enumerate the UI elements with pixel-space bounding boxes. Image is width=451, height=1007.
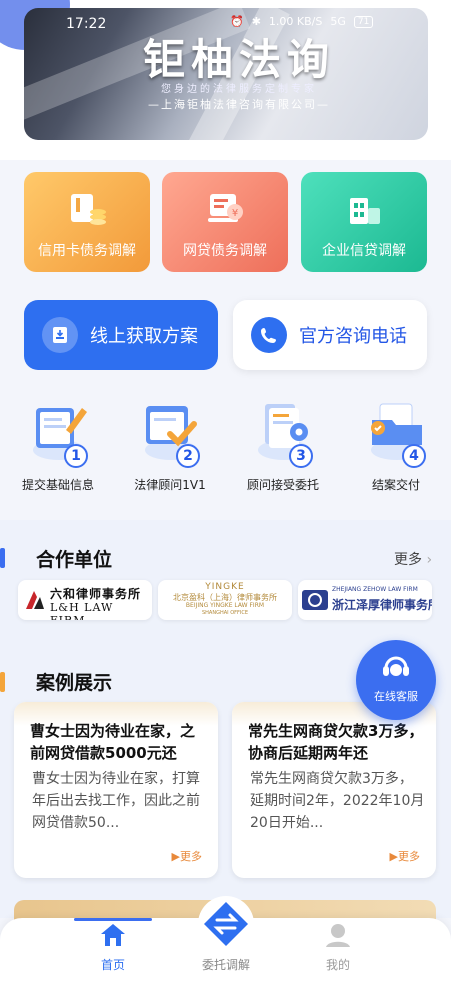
service-enterprise[interactable]: 企业信贷调解: [301, 172, 427, 272]
nav-home-label: 首页: [100, 958, 125, 972]
partner-cn-name: 六和律师事务所: [50, 587, 142, 601]
network-type: 5G: [330, 15, 346, 28]
cases-title: 案例展示: [36, 672, 113, 694]
partner-en-name: ZHEJIANG ZEHOW LAW FIRM: [332, 586, 418, 593]
partners-more-link[interactable]: 更多 ›: [394, 549, 432, 569]
home-icon: [101, 924, 125, 946]
partner-cn-name: 浙江泽厚律师事务所: [332, 598, 432, 612]
case-more-link[interactable]: ▶更多: [172, 848, 202, 864]
step-submit-info[interactable]: 1 提交基础信息: [4, 398, 112, 498]
case-more-link[interactable]: ▶更多: [390, 848, 420, 864]
bluetooth-icon: ✱: [251, 15, 261, 28]
step-label: 法律顾问1V1: [134, 478, 206, 492]
yingke-brand: YINGKE: [205, 582, 245, 592]
step-accept-entrust[interactable]: 3 顾问接受委托: [229, 398, 337, 498]
hotline-button[interactable]: 官方咨询电话: [233, 300, 427, 370]
online-plan-label: 线上获取方案: [90, 326, 198, 347]
enterprise-building-icon: [350, 198, 380, 224]
battery-icon: 71: [353, 15, 374, 28]
status-icons: ⏰ ✱ 1.00 KB/S 5G 71: [230, 15, 374, 28]
step-label: 顾问接受委托: [246, 478, 319, 492]
section-marker: [0, 672, 5, 692]
customer-service-label: 在线客服: [374, 690, 418, 703]
nav-delegate[interactable]: [202, 900, 250, 948]
svg-text:¥: ¥: [232, 208, 238, 219]
case-card[interactable]: 常先生网商贷欠款3万多，协商后延期两年还 常先生网商贷欠款3万多，延期时间2年，…: [232, 702, 436, 878]
status-time: 17:22: [66, 16, 107, 32]
service-credit-card[interactable]: 信用卡债务调解: [24, 172, 150, 272]
user-icon: [326, 924, 350, 947]
service-label: 网贷债务调解: [183, 243, 267, 259]
step-number: 1: [64, 444, 88, 468]
service-label: 企业信贷调解: [322, 243, 406, 259]
case-description: 常先生网商贷欠款3万多，延期时间2年，2022年10月20日开始...: [250, 771, 425, 831]
partner-en-name: L&H LAW FIRM: [50, 601, 114, 620]
active-indicator: [74, 918, 152, 921]
step-number: 2: [176, 444, 200, 468]
partner-zehow[interactable]: ZHEJIANG ZEHOW LAW FIRM 浙江泽厚律师事务所: [298, 580, 432, 620]
service-label: 信用卡债务调解: [38, 243, 136, 259]
case-title: 曹女士因为待业在家，之前网贷借款5000元还: [30, 722, 196, 762]
step-case-delivery[interactable]: 4 结案交付: [342, 398, 450, 498]
banner-title: 钜柚法询: [142, 35, 335, 84]
online-loan-icon: ¥: [208, 194, 243, 222]
document-icon: [42, 317, 78, 353]
partners-title: 合作单位: [36, 549, 113, 571]
chevron-right-icon: ›: [422, 552, 433, 568]
banner-company: —上海钜柚法律咨询有限公司—: [148, 98, 330, 111]
case-title: 常先生网商贷欠款3万多，协商后延期两年还: [248, 722, 424, 762]
lh-logo: [26, 591, 44, 609]
alarm-icon: ⏰: [230, 15, 244, 28]
network-speed: 1.00 KB/S: [268, 15, 323, 28]
case-description: 曹女士因为待业在家，打算年后出去找工作，因此之前网贷借款50...: [32, 771, 200, 831]
service-online-loan[interactable]: ¥ 网贷债务调解: [162, 172, 288, 272]
headset-icon: [383, 656, 409, 676]
online-plan-button[interactable]: 线上获取方案: [24, 300, 218, 370]
credit-card-icon: [71, 194, 106, 225]
partner-yingke[interactable]: YINGKE 北京盈科（上海）律师事务所 BEIJING YINGKE LAW …: [158, 580, 292, 620]
phone-icon: [251, 317, 287, 353]
step-number: 3: [289, 444, 313, 468]
step-legal-consult[interactable]: 2 法律顾问1V1: [116, 398, 224, 498]
nav-delegate-label: 委托调解: [201, 958, 250, 972]
section-marker: [0, 548, 5, 568]
step-label: 结案交付: [371, 478, 420, 492]
hotline-label: 官方咨询电话: [299, 326, 407, 347]
partner-lh-law-firm[interactable]: 六和律师事务所 L&H LAW FIRM: [18, 580, 152, 620]
customer-service-button[interactable]: 在线客服: [356, 640, 436, 720]
case-card[interactable]: 曹女士因为待业在家，之前网贷借款5000元还 曹女士因为待业在家，打算年后出去找…: [14, 702, 218, 878]
zehow-logo: [302, 590, 328, 610]
partner-en-name: BEIJING YINGKE LAW FIRM: [185, 602, 265, 609]
step-number: 4: [402, 444, 426, 468]
nav-mine-label: 我的: [325, 958, 350, 972]
step-label: 提交基础信息: [21, 478, 94, 492]
exchange-icon: [204, 902, 248, 946]
nav-home[interactable]: 首页: [73, 922, 153, 973]
banner-subtitle: 您身边的法律服务定制专家: [161, 84, 317, 95]
nav-mine[interactable]: 我的: [298, 922, 378, 973]
partner-office: SHANGHAI OFFICE: [201, 610, 249, 616]
more-label: 更多: [394, 552, 422, 568]
